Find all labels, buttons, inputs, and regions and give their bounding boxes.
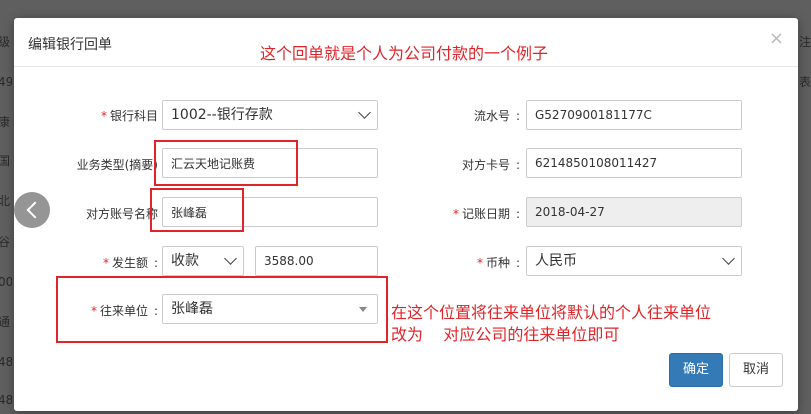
counter-account-name-label: 对方账号名称 <box>85 207 158 221</box>
background-table-left: 级 49 康 国 北 谷 00 通 48 48 <box>0 0 14 414</box>
bg-cell: 表 <box>799 76 811 88</box>
confirm-button[interactable]: 确定 <box>669 353 723 387</box>
currency-select[interactable]: 人民币 <box>526 246 742 276</box>
close-icon[interactable]: × <box>769 30 784 48</box>
highlight-partner <box>56 276 388 343</box>
previous-page-button[interactable] <box>14 192 50 228</box>
chevron-down-icon <box>722 252 735 265</box>
chevron-down-icon <box>358 106 371 119</box>
serial-no-label: 流水号: <box>473 109 520 123</box>
counter-card-input[interactable] <box>526 148 742 178</box>
bg-cell: 00 <box>0 276 12 288</box>
bg-cell: 级 <box>0 36 11 48</box>
edit-bank-receipt-dialog: 编辑银行回单 × 这个回单就是个人为公司付款的一个例子 * 银行科目 1002--… <box>14 18 798 411</box>
bg-cell: 国 <box>0 155 11 167</box>
post-date-label: * 记账日期: <box>452 207 520 221</box>
bg-cell: 48 <box>0 394 12 406</box>
bg-cell: 康 <box>0 116 11 128</box>
chevron-down-icon <box>224 252 237 265</box>
bank-subject-label: * 银行科目 <box>100 109 158 123</box>
bg-cell: 北 <box>0 195 11 207</box>
bg-cell: 48 <box>0 356 12 368</box>
business-type-label: 业务类型(摘要) <box>76 158 158 172</box>
bg-cell: 49 <box>0 76 12 88</box>
background-table-right: 注 表 <box>797 0 811 414</box>
highlight-counter-account-name <box>150 188 244 232</box>
currency-label: * 币种: <box>476 256 520 270</box>
post-date-input[interactable] <box>526 197 742 227</box>
bg-cell: 通 <box>0 316 11 328</box>
annotation-top-note: 这个回单就是个人为公司付款的一个例子 <box>260 44 549 63</box>
annotation-bottom-note-line1: 在这个位置将往来单位将默认的个人往来单位 <box>391 303 712 322</box>
highlight-business-type <box>154 140 298 186</box>
bg-cell: 注 <box>799 36 811 48</box>
serial-no-input[interactable] <box>526 100 742 130</box>
amount-input[interactable] <box>255 246 378 276</box>
amount-direction-select[interactable]: 收款 <box>162 246 244 276</box>
amount-label: * 发生额: <box>102 256 158 270</box>
dialog-title: 编辑银行回单 <box>28 37 112 53</box>
cancel-button[interactable]: 取消 <box>729 353 783 387</box>
bg-cell: 谷 <box>0 236 11 248</box>
bank-subject-select[interactable]: 1002--银行存款 <box>162 100 378 130</box>
counter-card-label: 对方卡号: <box>461 158 520 172</box>
chevron-left-icon <box>26 201 44 219</box>
annotation-bottom-note-line2: 改为 对应公司的往来单位即可 <box>391 325 620 344</box>
